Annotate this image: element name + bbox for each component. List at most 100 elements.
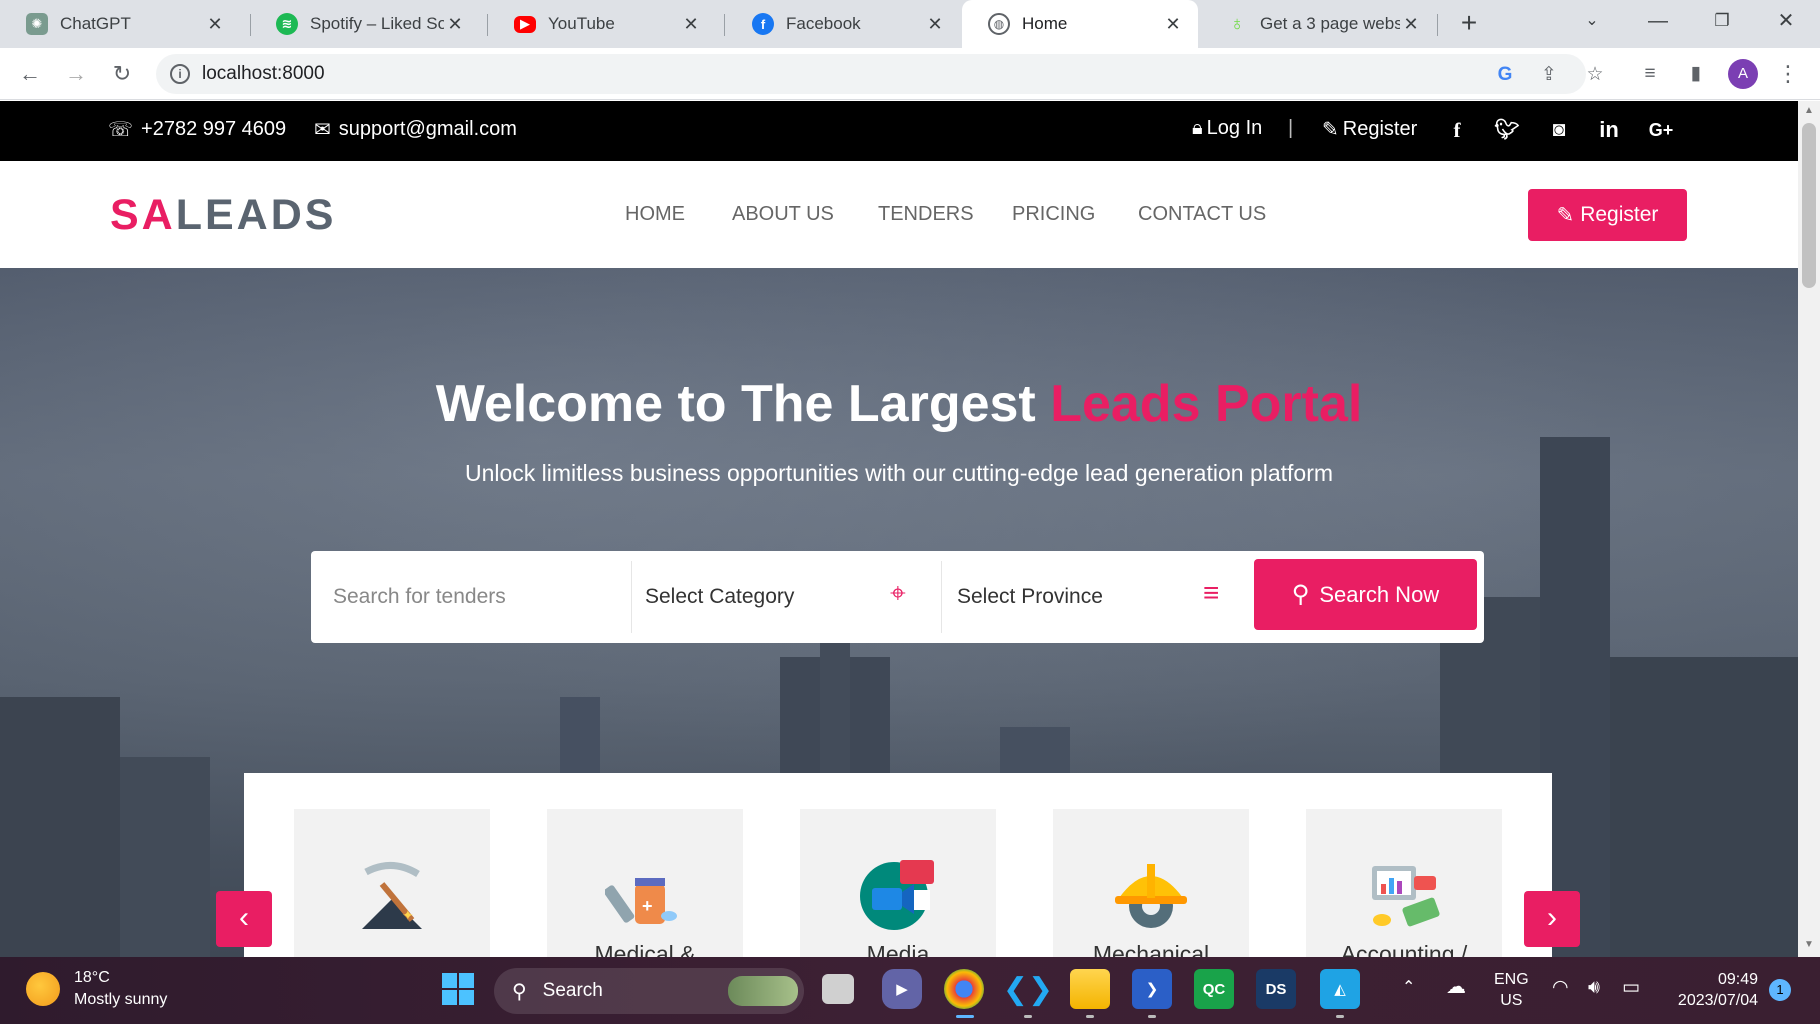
tab-facebook[interactable]: f Facebook ✕ bbox=[726, 0, 960, 48]
language-code: ENG bbox=[1494, 971, 1529, 988]
register-button[interactable]: ✎ Register bbox=[1528, 189, 1687, 241]
field-divider bbox=[941, 561, 942, 633]
topbar-register-link[interactable]: ✎ Register bbox=[1322, 117, 1417, 142]
teams-chat-icon[interactable]: ▶ bbox=[882, 969, 922, 1009]
close-icon[interactable]: ✕ bbox=[924, 14, 946, 35]
linkedin-icon[interactable]: in bbox=[1594, 115, 1624, 145]
category-card-accounting[interactable]: Accounting / bbox=[1306, 809, 1502, 957]
category-card-medical[interactable]: + Medical & bbox=[547, 809, 743, 957]
reading-list-icon[interactable]: ≡ bbox=[1634, 58, 1666, 90]
volume-icon[interactable]: 🔊︎ bbox=[1588, 977, 1600, 998]
close-icon[interactable]: ✕ bbox=[1400, 14, 1422, 35]
qc-app-icon[interactable]: QC bbox=[1194, 969, 1234, 1009]
language-indicator[interactable]: ENG US bbox=[1494, 969, 1529, 1011]
category-label: Media bbox=[866, 941, 930, 957]
ds-app-icon[interactable]: DS bbox=[1256, 969, 1296, 1009]
nav-tenders[interactable]: TENDERS bbox=[878, 203, 974, 226]
twitter-icon[interactable]: 🐦︎ bbox=[1492, 115, 1522, 145]
address-bar[interactable]: i localhost:8000 G ⇪ ☆ bbox=[156, 54, 1604, 94]
page-viewport: ☏ +2782 997 4609 ✉ support@gmail.com 🔒︎ … bbox=[0, 101, 1798, 957]
scroll-down-icon[interactable]: ▼ bbox=[1803, 939, 1815, 950]
reload-icon[interactable]: ↻ bbox=[106, 58, 138, 90]
start-windows-icon[interactable] bbox=[438, 969, 478, 1009]
field-divider bbox=[631, 561, 632, 633]
hero-title: Welcome to The Largest Leads Portal bbox=[0, 374, 1798, 434]
lock-icon: 🔒︎ bbox=[1192, 117, 1203, 139]
taskbar-search[interactable]: ⚲ Search bbox=[494, 968, 804, 1014]
tab-home[interactable]: ◍ Home ✕ bbox=[962, 0, 1198, 48]
wifi-icon[interactable]: ◠ bbox=[1552, 977, 1569, 998]
battery-icon[interactable]: ▭ bbox=[1622, 977, 1640, 998]
close-icon[interactable]: ✕ bbox=[1162, 14, 1184, 35]
google-lens-icon[interactable]: G bbox=[1492, 62, 1518, 88]
hero-title-accent: Leads Portal bbox=[1050, 375, 1363, 433]
profile-avatar[interactable]: A bbox=[1728, 59, 1758, 89]
search-now-button[interactable]: ⚲ Search Now bbox=[1254, 559, 1477, 630]
main-navbar: SALEADS HOME ABOUT US TENDERS PRICING CO… bbox=[0, 161, 1798, 268]
google-plus-icon[interactable]: G+ bbox=[1646, 115, 1676, 145]
tray-overflow-icon[interactable]: ⌃ bbox=[1402, 977, 1415, 998]
back-icon[interactable]: ← bbox=[14, 58, 46, 90]
task-view-icon[interactable] bbox=[822, 974, 854, 1004]
url-text[interactable]: localhost:8000 bbox=[202, 63, 325, 85]
category-card-mining[interactable]: ✦ bbox=[294, 809, 490, 957]
mining-icon: ✦ bbox=[294, 849, 490, 939]
page-scrollbar[interactable]: ▲ ▼ bbox=[1798, 101, 1820, 957]
tab-youtube[interactable]: ▶ YouTube ✕ bbox=[488, 0, 716, 48]
facebook-icon[interactable]: f bbox=[1442, 115, 1472, 145]
bookmark-star-icon[interactable]: ☆ bbox=[1582, 62, 1608, 88]
province-select[interactable]: Select Province bbox=[957, 551, 1217, 643]
nav-pricing[interactable]: PRICING bbox=[1012, 203, 1095, 226]
running-app-indicator bbox=[1336, 1015, 1344, 1018]
category-card-media[interactable]: Media bbox=[800, 809, 996, 957]
new-tab-icon[interactable]: + bbox=[1454, 8, 1484, 38]
nav-home[interactable]: HOME bbox=[625, 203, 685, 226]
window-close-icon[interactable]: ✕ bbox=[1756, 0, 1816, 44]
menu-kebab-icon[interactable]: ⋮ bbox=[1772, 58, 1804, 90]
photos-app-icon[interactable]: ◭ bbox=[1320, 969, 1360, 1009]
svg-text:✦: ✦ bbox=[402, 907, 414, 923]
category-select[interactable]: Select Category bbox=[645, 551, 905, 643]
close-icon[interactable]: ✕ bbox=[680, 14, 702, 35]
tab-upwork[interactable]: ♁ Get a 3 page website ✕ bbox=[1200, 0, 1436, 48]
file-explorer-icon[interactable] bbox=[1070, 969, 1110, 1009]
search-tenders-input[interactable]: Search for tenders bbox=[333, 551, 613, 643]
onedrive-icon[interactable]: ☁ bbox=[1446, 977, 1466, 998]
minimize-icon[interactable]: — bbox=[1628, 0, 1688, 44]
close-icon[interactable]: ✕ bbox=[204, 14, 226, 35]
register-button-label: Register bbox=[1580, 203, 1659, 226]
nav-contact-us[interactable]: CONTACT US bbox=[1138, 203, 1266, 226]
share-icon[interactable]: ⇪ bbox=[1536, 62, 1562, 88]
media-icon bbox=[800, 849, 996, 939]
carousel-next-button[interactable]: › bbox=[1524, 891, 1580, 947]
carousel-prev-button[interactable]: ‹ bbox=[216, 891, 272, 947]
site-info-icon[interactable]: i bbox=[170, 64, 190, 84]
site-logo[interactable]: SALEADS bbox=[110, 191, 336, 240]
email-contact[interactable]: ✉ support@gmail.com bbox=[314, 117, 517, 142]
category-card-mechanical[interactable]: Mechanical bbox=[1053, 809, 1249, 957]
vscode-icon[interactable]: ❮❯ bbox=[1003, 969, 1053, 1009]
close-icon[interactable]: ✕ bbox=[444, 14, 466, 35]
scrollbar-thumb[interactable] bbox=[1802, 123, 1816, 288]
powershell-icon[interactable]: ❯ bbox=[1132, 969, 1172, 1009]
login-link[interactable]: 🔒︎ Log In bbox=[1192, 117, 1262, 140]
notification-badge[interactable]: 1 bbox=[1769, 979, 1791, 1001]
restore-icon[interactable]: ❐ bbox=[1692, 0, 1752, 44]
instagram-icon[interactable]: ◙ bbox=[1544, 115, 1574, 145]
tab-search-icon[interactable]: ⌄ bbox=[1562, 0, 1622, 44]
forward-icon[interactable]: → bbox=[60, 58, 92, 90]
svg-text:+: + bbox=[642, 896, 653, 916]
tab-label: YouTube bbox=[548, 14, 615, 33]
phone-contact[interactable]: ☏ +2782 997 4609 bbox=[108, 117, 286, 142]
scroll-up-icon[interactable]: ▲ bbox=[1803, 105, 1815, 116]
nav-about-us[interactable]: ABOUT US bbox=[732, 203, 834, 226]
tab-chatgpt[interactable]: ✺ ChatGPT ✕ bbox=[0, 0, 240, 48]
side-panel-icon[interactable]: ▮ bbox=[1680, 58, 1712, 90]
weather-widget[interactable]: 18°C Mostly sunny bbox=[26, 967, 167, 1011]
tab-label: Facebook bbox=[786, 14, 861, 33]
phone-number: +2782 997 4609 bbox=[141, 118, 287, 140]
envelope-icon: ✉ bbox=[314, 119, 331, 141]
tab-spotify[interactable]: ≋ Spotify – Liked Songs ✕ bbox=[250, 0, 480, 48]
chrome-icon[interactable] bbox=[944, 969, 984, 1009]
clock[interactable]: 09:49 2023/07/04 bbox=[1666, 969, 1758, 1011]
